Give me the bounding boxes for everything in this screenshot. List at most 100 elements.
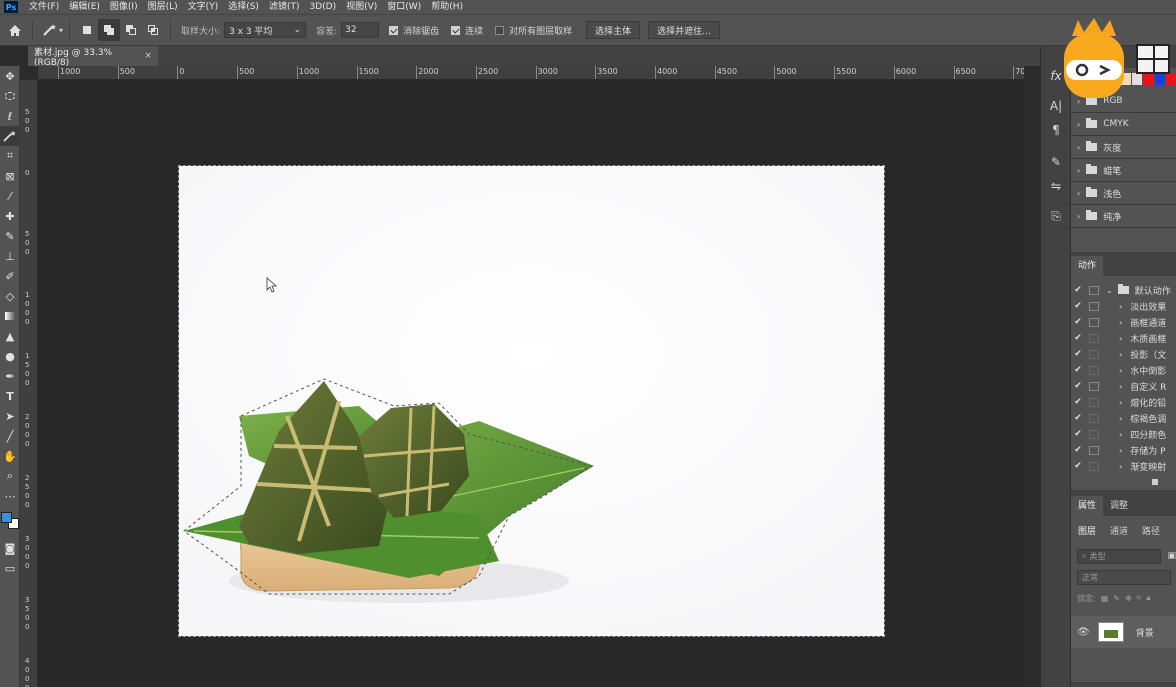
- sample-all-layers-checkbox[interactable]: 对所有图层取样: [495, 24, 572, 37]
- check-icon[interactable]: ✔: [1071, 461, 1085, 471]
- blur-tool-icon[interactable]: ▲: [0, 326, 20, 346]
- home-icon[interactable]: [4, 19, 26, 41]
- swatch[interactable]: [1165, 73, 1176, 85]
- tab-properties[interactable]: 属性: [1071, 496, 1104, 516]
- menu-select[interactable]: 选择(S): [223, 0, 264, 14]
- eye-icon[interactable]: 👁︎: [1077, 627, 1090, 638]
- dialog-toggle[interactable]: [1089, 429, 1099, 439]
- dialog-toggle[interactable]: [1089, 413, 1099, 423]
- lock-pixels-icon[interactable]: ✎: [1113, 594, 1120, 603]
- check-icon[interactable]: ✔: [1071, 301, 1085, 311]
- crop-tool-icon[interactable]: ⌗: [0, 146, 20, 166]
- rectangular-marquee-icon[interactable]: [0, 86, 20, 106]
- tab-paths[interactable]: 路径: [1135, 522, 1167, 542]
- color-swatches[interactable]: [0, 506, 20, 538]
- zoom-tool-icon[interactable]: ⌕: [0, 466, 20, 486]
- sample-size-select[interactable]: 3 x 3 平均 ⌄: [224, 22, 307, 38]
- chevron-down-icon[interactable]: ▾: [59, 26, 63, 35]
- history-brush-icon[interactable]: ✐: [0, 266, 20, 286]
- chevron-right-icon[interactable]: ›: [1119, 302, 1122, 311]
- dialog-toggle[interactable]: [1089, 365, 1099, 375]
- dialog-toggle[interactable]: [1089, 285, 1099, 295]
- menu-help[interactable]: 帮助(H): [426, 0, 468, 14]
- magic-wand-tool-icon[interactable]: [39, 19, 61, 41]
- select-and-mask-button[interactable]: 选择并遮住...: [648, 21, 720, 39]
- layer-row-background[interactable]: 👁︎ 背景: [1071, 616, 1176, 648]
- frame-tool-icon[interactable]: ⊠: [0, 166, 20, 186]
- new-selection-icon[interactable]: [76, 19, 98, 41]
- brush-tool-icon[interactable]: ✎: [0, 226, 20, 246]
- dialog-toggle[interactable]: [1089, 445, 1099, 455]
- chevron-right-icon[interactable]: ›: [1119, 318, 1122, 327]
- type-tool-icon[interactable]: T: [0, 386, 20, 406]
- swatch[interactable]: [1154, 73, 1165, 85]
- menu-window[interactable]: 窗口(W): [382, 0, 426, 14]
- adjustments-icon[interactable]: ⇋: [1041, 174, 1071, 198]
- action-row[interactable]: ✔ › 棕褐色调: [1071, 410, 1176, 426]
- chevron-right-icon[interactable]: ›: [1119, 334, 1122, 343]
- contiguous-checkbox[interactable]: 连续: [451, 24, 483, 37]
- dialog-toggle[interactable]: [1089, 317, 1099, 327]
- swatch-group[interactable]: › 灰度: [1071, 136, 1176, 159]
- chevron-right-icon[interactable]: ›: [1119, 366, 1122, 375]
- tab-actions[interactable]: 动作: [1071, 256, 1104, 276]
- action-row[interactable]: ✔ ⌄ 默认动作: [1071, 282, 1176, 298]
- magic-wand-tool-icon[interactable]: [0, 126, 20, 146]
- action-row[interactable]: ✔ › 熔化的铅: [1071, 394, 1176, 410]
- lasso-tool-icon[interactable]: ℓ: [0, 106, 20, 126]
- action-row[interactable]: ✔ › 投影（文: [1071, 346, 1176, 362]
- healing-brush-icon[interactable]: ✚: [0, 206, 20, 226]
- check-icon[interactable]: ✔: [1071, 317, 1085, 327]
- menu-file[interactable]: 文件(F): [24, 0, 64, 14]
- action-row[interactable]: ✔ › 画框通道: [1071, 314, 1176, 330]
- action-row[interactable]: ✔ › 存储为 P: [1071, 442, 1176, 458]
- check-icon[interactable]: ✔: [1071, 365, 1085, 375]
- eraser-tool-icon[interactable]: ◇: [0, 286, 20, 306]
- document-tab[interactable]: 素材.jpg @ 33.3%(RGB/8) ×: [28, 46, 158, 68]
- lock-artboard-icon[interactable]: ⌗: [1137, 593, 1142, 603]
- check-icon[interactable]: ✔: [1071, 397, 1085, 407]
- menu-edit[interactable]: 编辑(E): [64, 0, 105, 14]
- check-icon[interactable]: ✔: [1071, 333, 1085, 343]
- menu-3d[interactable]: 3D(D): [304, 0, 341, 14]
- layer-filter-select[interactable]: ⌕ 类型: [1077, 548, 1162, 564]
- dialog-toggle[interactable]: [1089, 349, 1099, 359]
- quick-mask-icon[interactable]: ◙: [0, 538, 20, 558]
- path-selection-icon[interactable]: ➤: [0, 406, 20, 426]
- dialog-toggle[interactable]: [1089, 397, 1099, 407]
- tab-channels[interactable]: 通道: [1103, 522, 1135, 542]
- chevron-right-icon[interactable]: ›: [1119, 446, 1122, 455]
- menu-filter[interactable]: 滤镜(T): [264, 0, 305, 14]
- blend-mode-select[interactable]: 正常: [1077, 569, 1171, 585]
- hand-tool-icon[interactable]: ✋: [0, 446, 20, 466]
- dodge-tool-icon[interactable]: ●: [0, 346, 20, 366]
- dialog-toggle[interactable]: [1089, 461, 1099, 471]
- line-tool-icon[interactable]: ╱: [0, 426, 20, 446]
- move-tool-icon[interactable]: ✥: [0, 66, 20, 86]
- chevron-right-icon[interactable]: ›: [1119, 382, 1122, 391]
- check-icon[interactable]: ✔: [1071, 349, 1085, 359]
- tolerance-input[interactable]: 32: [341, 22, 380, 38]
- action-row[interactable]: ✔ › 四分颜色: [1071, 426, 1176, 442]
- dialog-toggle[interactable]: [1089, 381, 1099, 391]
- select-subject-button[interactable]: 选择主体: [586, 21, 641, 39]
- paragraph-panel-icon[interactable]: ¶: [1041, 118, 1071, 142]
- tab-layers[interactable]: 图层: [1071, 522, 1104, 542]
- action-row[interactable]: ✔ › 渐变映射: [1071, 458, 1176, 474]
- chevron-right-icon[interactable]: ›: [1119, 414, 1122, 423]
- tab-adjustments[interactable]: 调整: [1103, 496, 1135, 516]
- lock-all-icon[interactable]: 🔒︎: [1146, 593, 1150, 603]
- add-to-selection-icon[interactable]: [98, 19, 121, 41]
- check-icon[interactable]: ✔: [1071, 445, 1085, 455]
- menu-layer[interactable]: 图层(L): [143, 0, 183, 14]
- chevron-right-icon[interactable]: ›: [1119, 350, 1122, 359]
- image-filter-icon[interactable]: ▣: [1167, 551, 1176, 561]
- screen-mode-icon[interactable]: ▭: [0, 558, 20, 578]
- menu-type[interactable]: 文字(Y): [183, 0, 224, 14]
- dialog-toggle[interactable]: [1089, 333, 1099, 343]
- clone-source-icon[interactable]: ⎘: [1041, 204, 1071, 228]
- intersect-selection-icon[interactable]: [142, 19, 164, 41]
- action-row[interactable]: ✔ › 水中倒影: [1071, 362, 1176, 378]
- lock-transparency-icon[interactable]: ▦: [1101, 594, 1109, 603]
- anti-alias-checkbox[interactable]: 消除锯齿: [389, 24, 439, 37]
